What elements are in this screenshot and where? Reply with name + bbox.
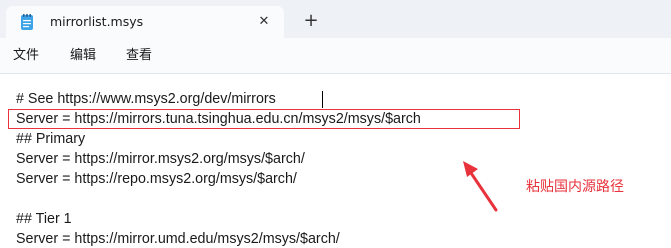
close-icon[interactable]: ✕ (254, 12, 274, 32)
annotation-arrow-icon (463, 161, 498, 212)
editor-line: Server = https://mirror.umd.edu/msys2/ms… (16, 231, 340, 247)
menu-view[interactable]: 查看 (126, 47, 152, 65)
notepad-window: mirrorlist.msys ✕ + 文件 编辑 查看 # See https… (0, 0, 671, 248)
menu-edit[interactable]: 编辑 (70, 47, 96, 65)
menu-file[interactable]: 文件 (13, 47, 39, 65)
editor-line: Server = https://repo.msys2.org/msys/$ar… (16, 171, 297, 187)
text-caret (322, 91, 323, 108)
tab-mirrorlist[interactable]: mirrorlist.msys ✕ (6, 6, 284, 38)
annotation-text: 粘贴国内源路径 (526, 179, 624, 195)
text-editor[interactable]: # See https://www.msys2.org/dev/mirrors … (0, 74, 671, 248)
editor-line: # See https://www.msys2.org/dev/mirrors (16, 91, 276, 107)
plus-icon[interactable]: + (301, 12, 321, 32)
notepad-icon (21, 14, 33, 30)
editor-line: ## Primary (16, 131, 86, 147)
tab-strip: mirrorlist.msys ✕ + (0, 0, 671, 38)
tab-title: mirrorlist.msys (50, 14, 144, 29)
highlight-box (8, 109, 520, 129)
menu-bar: 文件 编辑 查看 (0, 38, 671, 74)
editor-line: Server = https://mirror.msys2.org/msys/$… (16, 151, 305, 167)
editor-line: ## Tier 1 (16, 211, 72, 227)
